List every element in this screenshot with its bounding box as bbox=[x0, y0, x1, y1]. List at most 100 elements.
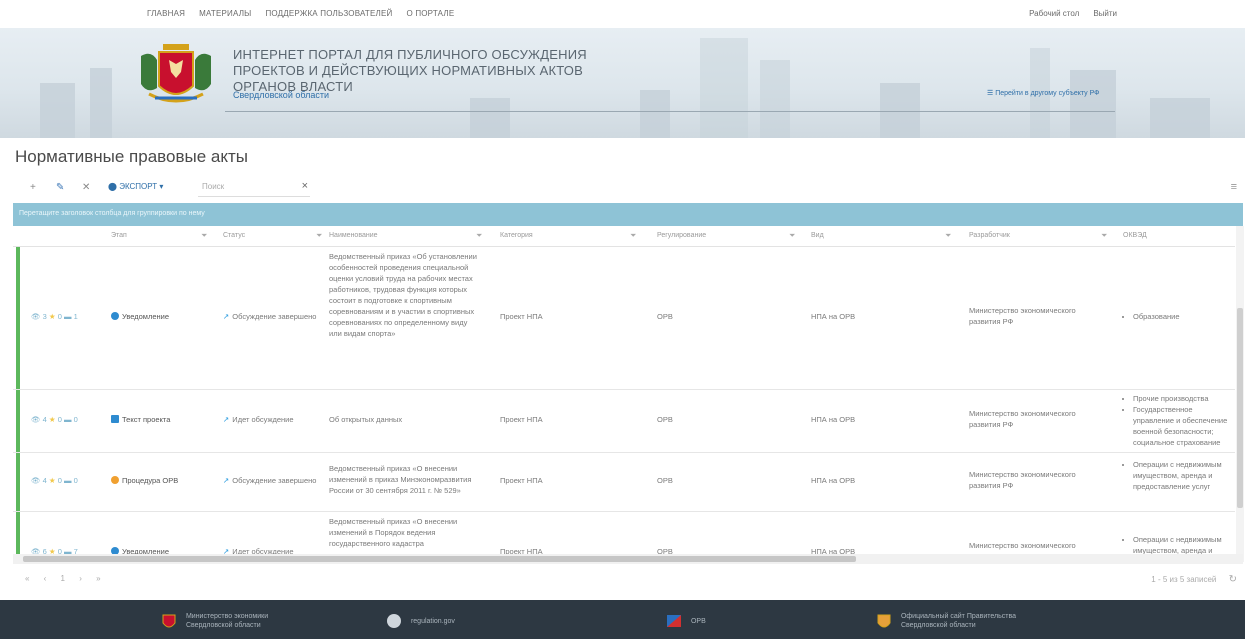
chevron-down-icon: ▾ bbox=[159, 182, 164, 191]
export-label: ЭКСПОРТ bbox=[119, 182, 158, 191]
desktop-link[interactable]: Рабочий стол bbox=[1029, 9, 1079, 18]
info-icon bbox=[111, 312, 119, 320]
status-cell: ↗ Обсуждение завершено bbox=[223, 476, 317, 485]
add-icon[interactable]: + bbox=[30, 182, 36, 193]
top-navigation: ГЛАВНАЯ МАТЕРИАЛЫ ПОДДЕРЖКА ПОЛЬЗОВАТЕЛЕ… bbox=[0, 0, 1245, 28]
comment-icon: ▬ bbox=[63, 476, 72, 485]
nav-link-home[interactable]: ГЛАВНАЯ bbox=[147, 9, 185, 18]
region-name[interactable]: Свердловской области bbox=[233, 90, 329, 100]
column-header-kind[interactable]: Вид bbox=[811, 232, 824, 239]
regulation-cell: ОРВ bbox=[657, 476, 673, 485]
other-subject-link[interactable]: ☰ Перейти в другому субъекту РФ bbox=[987, 89, 1100, 97]
group-drop-area[interactable]: Перетащите заголовок столбца для группир… bbox=[13, 203, 1243, 226]
filter-icon[interactable]: ⏷ bbox=[316, 231, 322, 241]
status-cell: ↗ Обсуждение завершено bbox=[223, 312, 317, 321]
row-indicator bbox=[16, 247, 20, 389]
search-input[interactable]: Поиск × bbox=[198, 179, 310, 197]
page-summary: 1 - 5 из 5 записей ↻ bbox=[1151, 574, 1237, 585]
top-nav-links: ГЛАВНАЯ МАТЕРИАЛЫ ПОДДЕРЖКА ПОЛЬЗОВАТЕЛЕ… bbox=[147, 9, 454, 18]
column-header-stage[interactable]: Этап bbox=[111, 232, 127, 239]
edit-icon[interactable]: ✎ bbox=[56, 182, 64, 193]
name-cell[interactable]: Об открытых данных bbox=[329, 414, 481, 425]
stage-cell: Процедура ОРВ bbox=[111, 475, 178, 486]
column-header-okved[interactable]: ОКВЭД bbox=[1123, 232, 1147, 239]
table-row[interactable]: 👁 4 ★ 0 ▬ 0 Процедура ОРВ ↗ Обсуждение за… bbox=[13, 453, 1235, 512]
scroll-thumb[interactable] bbox=[1237, 308, 1243, 508]
filter-icon[interactable]: ⏷ bbox=[945, 231, 951, 241]
nav-link-support[interactable]: ПОДДЕРЖКА ПОЛЬЗОВАТЕЛЕЙ bbox=[265, 9, 392, 18]
gear-icon bbox=[111, 476, 119, 484]
row-stats: 👁 4 ★ 0 ▬ 0 bbox=[31, 415, 78, 424]
status-cell: ↗ Идет обсуждение bbox=[223, 415, 294, 424]
category-cell: Проект НПА bbox=[500, 476, 543, 485]
category-cell: Проект НПА bbox=[500, 415, 543, 424]
column-header-regulation[interactable]: Регулирование bbox=[657, 232, 706, 239]
regulation-cell: ОРВ bbox=[657, 312, 673, 321]
footer-link-ministry[interactable]: Министерство экономики Свердловской обла… bbox=[160, 612, 286, 630]
logout-link[interactable]: Выйти bbox=[1093, 9, 1117, 18]
search-placeholder: Поиск bbox=[202, 182, 225, 191]
row-stats: 👁 3 ★ 0 ▬ 1 bbox=[31, 312, 78, 321]
kind-cell: НПА на ОРВ bbox=[811, 312, 856, 321]
okved-item: Прочие производства bbox=[1133, 393, 1228, 404]
okved-cell: Образование bbox=[1123, 311, 1228, 322]
okved-cell: Операции с недвижимым имуществом, аренда… bbox=[1123, 534, 1228, 556]
scroll-thumb[interactable] bbox=[23, 556, 856, 562]
emblem-icon bbox=[877, 614, 891, 628]
eye-icon: 👁 bbox=[31, 312, 41, 321]
banner-divider bbox=[225, 111, 1115, 112]
kind-cell: НПА на ОРВ bbox=[811, 415, 856, 424]
group-hint: Перетащите заголовок столбца для группир… bbox=[19, 210, 205, 217]
developer-cell: Министерство экономического развития РФ bbox=[969, 470, 1076, 490]
star-icon: ★ bbox=[48, 415, 56, 424]
table-row[interactable]: 👁 4 ★ 0 ▬ 0 Текст проекта ↗ Идет обсужден… bbox=[13, 390, 1235, 453]
star-icon: ★ bbox=[48, 312, 56, 321]
table-row[interactable]: 👁 3 ★ 0 ▬ 1 Уведомление ↗ Обсуждение заве… bbox=[13, 247, 1235, 390]
export-button[interactable]: ⬤ ЭКСПОРТ ▾ bbox=[108, 182, 163, 191]
filter-icon[interactable]: ⏷ bbox=[476, 231, 482, 241]
page-nav[interactable]: « ‹ 1 › » bbox=[25, 574, 107, 583]
category-cell: Проект НПА bbox=[500, 312, 543, 321]
okved-cell: Прочие производства Государственное упра… bbox=[1123, 393, 1228, 448]
export-icon: ⬤ bbox=[108, 182, 117, 191]
filter-icon[interactable]: ⏷ bbox=[630, 231, 636, 241]
row-stats: 👁 4 ★ 0 ▬ 0 bbox=[31, 476, 78, 485]
okved-item: Образование bbox=[1133, 311, 1228, 322]
footer-link-orv[interactable]: ОРВ bbox=[665, 612, 706, 630]
name-cell[interactable]: Ведомственный приказ «О внесении изменен… bbox=[329, 516, 489, 549]
arrow-icon: ↗ bbox=[223, 312, 230, 321]
footer-link-regulation[interactable]: regulation.gov bbox=[385, 612, 455, 630]
clear-search-icon[interactable]: × bbox=[302, 180, 308, 192]
user-links: Рабочий стол Выйти bbox=[1029, 9, 1117, 18]
column-header-status[interactable]: Статус bbox=[223, 232, 245, 239]
filter-icon[interactable]: ⏷ bbox=[201, 231, 207, 241]
filter-icon[interactable]: ⏷ bbox=[1101, 231, 1107, 241]
nav-link-materials[interactable]: МАТЕРИАЛЫ bbox=[199, 9, 251, 18]
stage-cell: Текст проекта bbox=[111, 414, 170, 425]
footer-link-government[interactable]: Официальный сайт Правительства Свердловс… bbox=[875, 612, 1051, 630]
vertical-scrollbar[interactable] bbox=[1236, 226, 1244, 562]
name-cell[interactable]: Ведомственный приказ «О внесении изменен… bbox=[329, 463, 494, 496]
refresh-icon[interactable]: ↻ bbox=[1229, 574, 1237, 585]
nav-link-about[interactable]: О ПОРТАЛЕ bbox=[406, 9, 454, 18]
column-header-category[interactable]: Категория bbox=[500, 232, 533, 239]
horizontal-scrollbar[interactable] bbox=[13, 554, 1243, 564]
arrow-icon: ↗ bbox=[223, 415, 230, 424]
comment-icon: ▬ bbox=[63, 312, 72, 321]
row-indicator bbox=[16, 390, 20, 452]
menu-icon[interactable]: ≡ bbox=[1231, 181, 1237, 193]
document-icon bbox=[111, 415, 119, 423]
column-header-developer[interactable]: Разработчик bbox=[969, 232, 1010, 239]
acts-grid: Этап ⏷ Статус ⏷ Наименование ⏷ Категория… bbox=[13, 226, 1235, 562]
filter-icon[interactable]: ⏷ bbox=[789, 231, 795, 241]
grid-header: Этап ⏷ Статус ⏷ Наименование ⏷ Категория… bbox=[13, 226, 1235, 247]
okved-cell: Операции с недвижимым имуществом, аренда… bbox=[1123, 459, 1228, 492]
name-cell[interactable]: Ведомственный приказ «Об установлении ос… bbox=[329, 251, 481, 339]
star-icon: ★ bbox=[48, 476, 56, 485]
pager: « ‹ 1 › » 1 - 5 из 5 записей ↻ bbox=[13, 572, 1243, 586]
sverdlovsk-emblem-icon bbox=[141, 44, 211, 103]
delete-icon[interactable]: ✕ bbox=[82, 182, 90, 193]
footer: Министерство экономики Свердловской обла… bbox=[0, 600, 1245, 639]
column-header-name[interactable]: Наименование bbox=[329, 232, 378, 239]
header-banner: ИНТЕРНЕТ ПОРТАЛ ДЛЯ ПУБЛИЧНОГО ОБСУЖДЕНИ… bbox=[0, 28, 1245, 138]
